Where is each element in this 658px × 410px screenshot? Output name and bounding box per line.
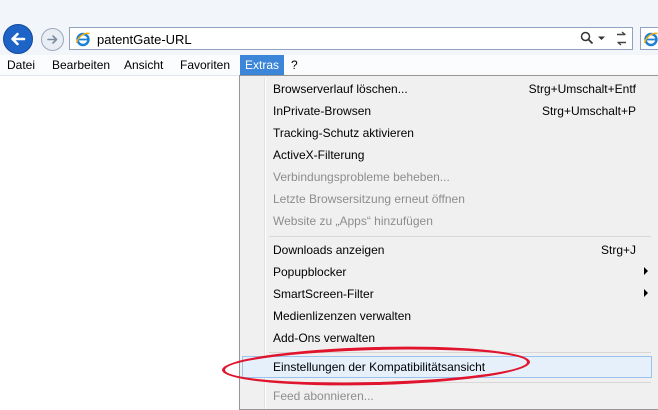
menu-item-label: InPrivate-Browsen	[273, 104, 372, 118]
menu-item-label: Tracking-Schutz aktivieren	[273, 126, 414, 140]
menu-item-label: Popupblocker	[273, 265, 347, 279]
menu-item-downloads[interactable]: Downloads anzeigen Strg+J	[242, 239, 652, 261]
menu-bar: Datei Bearbeiten Ansicht Favoriten Extra…	[0, 55, 658, 76]
menu-favoriten[interactable]: Favoriten	[175, 55, 235, 75]
menu-item-clear-history[interactable]: Browserverlauf löschen... Strg+Umschalt+…	[242, 78, 652, 100]
menu-item-inprivate[interactable]: InPrivate-Browsen Strg+Umschalt+P	[242, 100, 652, 122]
menu-item-label: Medienlizenzen verwalten	[273, 309, 412, 323]
menu-item-label: Letzte Browsersitzung erneut öffnen	[273, 192, 465, 206]
menu-item-label: SmartScreen-Filter	[273, 287, 374, 301]
arrow-right-icon	[47, 35, 58, 44]
menu-item-reopen-session: Letzte Browsersitzung erneut öffnen	[242, 188, 652, 210]
browser-tab[interactable]	[640, 27, 658, 50]
menu-item-add-to-apps: Website zu „Apps“ hinzufügen	[242, 210, 652, 232]
menu-item-shortcut: Strg+Umschalt+P	[541, 104, 636, 118]
menu-item-label: Website zu „Apps“ hinzufügen	[273, 214, 433, 228]
menu-ansicht[interactable]: Ansicht	[119, 55, 168, 75]
menu-item-shortcut: Strg+Umschalt+Entf	[528, 82, 636, 96]
menu-item-label: Feed abonnieren...	[273, 389, 374, 403]
menu-item-activex-filtering[interactable]: ActiveX-Filterung	[242, 144, 652, 166]
menu-help[interactable]: ?	[286, 55, 303, 75]
menu-item-label: Add-Ons verwalten	[273, 331, 376, 345]
menu-item-popup-blocker[interactable]: Popupblocker	[242, 261, 652, 283]
address-url: patentGate-URL	[97, 32, 192, 47]
menu-extras[interactable]: Extras	[240, 55, 285, 75]
menu-datei[interactable]: Datei	[2, 55, 40, 75]
forward-button[interactable]	[41, 28, 64, 51]
menu-item-shortcut: Strg+J	[600, 243, 636, 257]
menu-item-label: ActiveX-Filterung	[273, 148, 365, 162]
menu-item-manage-addons[interactable]: Add-Ons verwalten	[242, 327, 652, 349]
menu-item-media-licenses[interactable]: Medienlizenzen verwalten	[242, 305, 652, 327]
menu-item-label: Downloads anzeigen	[273, 243, 385, 257]
menu-item-subscribe-feed: Feed abonnieren...	[242, 385, 652, 407]
navigation-bar: patentGate-URL	[0, 0, 658, 55]
menu-item-label: Browserverlauf löschen...	[273, 82, 408, 96]
menu-bearbeiten[interactable]: Bearbeiten	[47, 55, 115, 75]
submenu-arrow-icon	[644, 289, 648, 297]
menu-item-label: Verbindungsprobleme beheben...	[273, 170, 450, 184]
magnifier-icon[interactable]	[580, 31, 594, 45]
refresh-icon[interactable]	[614, 31, 629, 46]
address-field[interactable]: patentGate-URL	[69, 27, 633, 50]
menu-separator	[269, 236, 651, 237]
chevron-down-icon[interactable]	[597, 32, 606, 44]
submenu-arrow-icon	[644, 267, 648, 275]
menu-item-fix-connection: Verbindungsprobleme beheben...	[242, 166, 652, 188]
back-button[interactable]	[3, 24, 33, 54]
arrow-left-icon	[11, 32, 26, 46]
ie-logo-icon	[75, 32, 91, 47]
ie-logo-icon	[643, 32, 658, 47]
menu-item-tracking-protection[interactable]: Tracking-Schutz aktivieren	[242, 122, 652, 144]
menu-item-smartscreen[interactable]: SmartScreen-Filter	[242, 283, 652, 305]
